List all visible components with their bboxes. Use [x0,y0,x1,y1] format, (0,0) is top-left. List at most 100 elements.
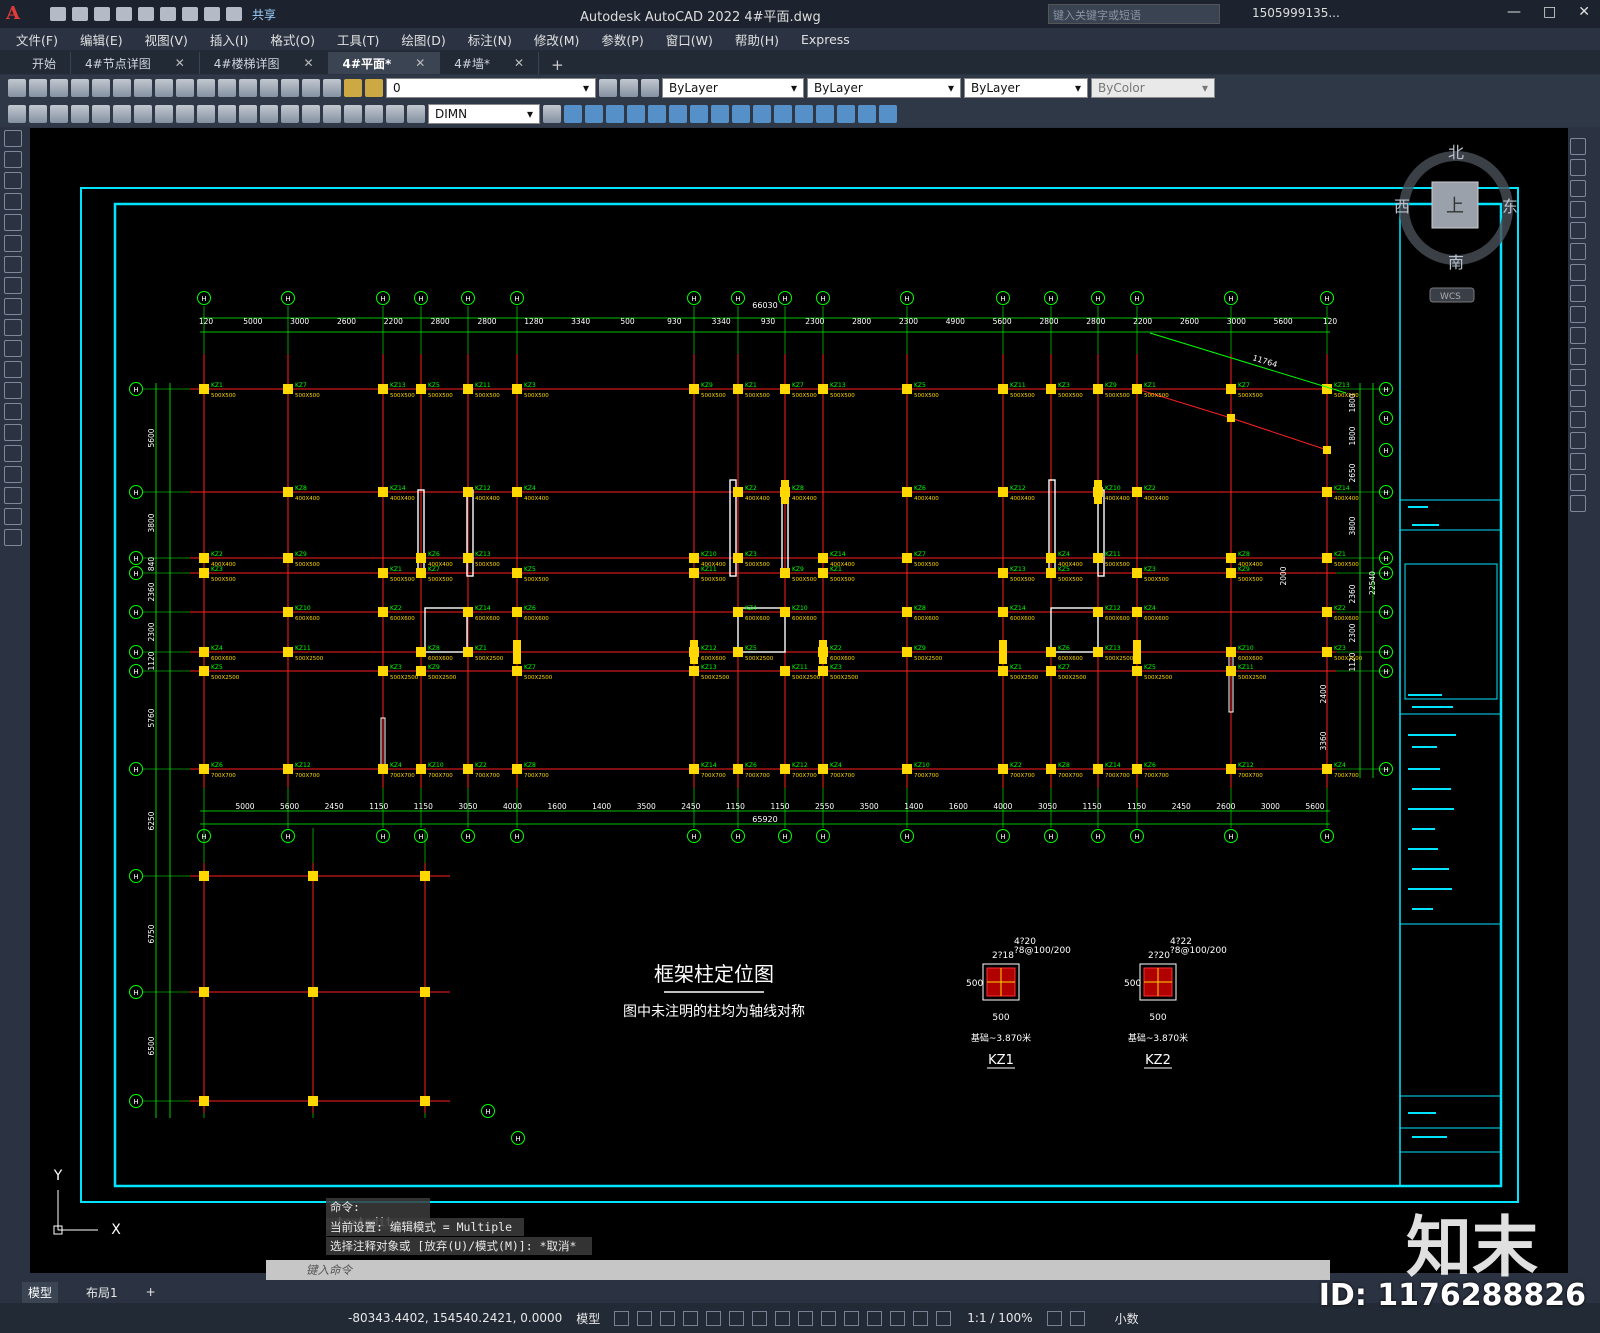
revcloud-icon[interactable] [4,277,22,294]
tab-wall[interactable]: 4#墙* ✕ [440,52,540,74]
spline-icon[interactable] [4,298,22,315]
layer-previous-icon[interactable] [620,79,638,97]
transparency-icon[interactable] [821,1310,837,1326]
close-icon[interactable]: ✕ [415,56,425,70]
close-button[interactable]: ✕ [1578,4,1590,20]
dim-break-icon[interactable] [260,105,278,123]
snap-icon[interactable] [637,1310,653,1326]
copy-icon[interactable] [134,79,152,97]
drawing-svg[interactable]: 120 5000 3000 2600 2200 2800 2800 1280 3340 500 93… [30,128,1568,1273]
extend-icon[interactable] [774,105,792,123]
layer-dropdown[interactable]: 0 ▾ [386,78,596,98]
aligned-dim-icon[interactable] [29,105,47,123]
array-icon[interactable] [1570,222,1586,239]
properties-icon[interactable] [260,79,278,97]
blend-icon[interactable] [1570,474,1586,491]
tab-plan[interactable]: 4#平面* ✕ [328,52,441,74]
command-input[interactable]: 键入命令 [266,1260,1330,1280]
otrack-icon[interactable] [752,1310,768,1326]
menu-edit[interactable]: 编辑(E) [80,30,123,49]
rotate-icon[interactable] [1570,264,1586,281]
viewcube-west[interactable]: 西 [1394,197,1410,216]
center-mark-icon[interactable] [302,105,320,123]
close-icon[interactable]: ✕ [175,56,185,70]
mirror-icon[interactable] [606,105,624,123]
gizmo-icon[interactable] [913,1310,929,1326]
chamfer-icon[interactable] [837,105,855,123]
autocad-logo-icon[interactable]: A [6,3,28,25]
mirror-icon[interactable] [1570,180,1586,197]
units-display[interactable]: 小数 [1115,1310,1139,1327]
open-file-icon[interactable] [72,7,88,21]
fillet-icon[interactable] [858,105,876,123]
zoom-icon[interactable] [239,79,257,97]
lineweight-dropdown[interactable]: ByLayer ▾ [964,78,1088,98]
wcs-label[interactable]: WCS [1440,292,1461,302]
chamfer-icon[interactable] [1570,432,1586,449]
search-input[interactable]: 键入关键字或短语 [1048,4,1220,24]
extend-icon[interactable] [1570,348,1586,365]
viewcube-east[interactable]: 东 [1502,197,1518,216]
explode-icon[interactable] [1570,495,1586,512]
copy-icon[interactable] [1570,159,1586,176]
menu-tools[interactable]: 工具(T) [337,30,379,49]
ellipse-arc-icon[interactable] [4,340,22,357]
print-icon[interactable] [71,79,89,97]
redo-icon[interactable] [197,79,215,97]
fillet-icon[interactable] [1570,453,1586,470]
jogged-linear-icon[interactable] [344,105,362,123]
arc-icon[interactable] [4,235,22,252]
diameter-dim-icon[interactable] [134,105,152,123]
dimstyle-dropdown[interactable]: DIMN ▾ [428,104,540,124]
layer-match-icon[interactable] [641,79,659,97]
pan-icon[interactable] [218,79,236,97]
close-icon[interactable]: ✕ [514,56,524,70]
construction-line-icon[interactable] [4,151,22,168]
menu-dimension[interactable]: 标注(N) [468,30,512,49]
cursor-coordinates[interactable]: -80343.4402, 154540.2421, 0.0000 [348,1311,562,1325]
tab-layout1[interactable]: 布局1 [86,1284,118,1301]
viewcube-face[interactable]: 上 [1446,196,1464,217]
help-icon[interactable] [323,79,341,97]
region-icon[interactable] [4,466,22,483]
preview-icon[interactable] [92,79,110,97]
dim-update-icon[interactable] [407,105,425,123]
grid-icon[interactable] [614,1310,630,1326]
circle-icon[interactable] [4,256,22,273]
print-icon[interactable] [182,7,198,21]
viewcube[interactable]: 上 北 南 东 西 WCS [1394,143,1518,303]
open-icon[interactable] [29,79,47,97]
continue-dim-icon[interactable] [218,105,236,123]
trim-icon[interactable] [753,105,771,123]
tab-node-detail[interactable]: 4#节点详图 ✕ [71,52,200,74]
undo-icon[interactable] [204,7,220,21]
angular-dim-icon[interactable] [155,105,173,123]
drawing-canvas[interactable]: 120 5000 3000 2600 2200 2800 2800 1280 3340 500 93… [30,128,1568,1273]
menu-file[interactable]: 文件(F) [16,30,58,49]
table-icon[interactable] [4,487,22,504]
layer-properties-icon[interactable] [599,79,617,97]
break-point-icon[interactable] [1570,369,1586,386]
ortho-icon[interactable] [683,1310,699,1326]
tab-model[interactable]: 模型 [22,1281,59,1303]
isodraft-icon[interactable] [729,1310,745,1326]
paste-icon[interactable] [155,79,173,97]
share-button[interactable]: 共享 [252,6,276,23]
save-icon[interactable] [50,79,68,97]
lineweight-icon[interactable] [798,1310,814,1326]
move-icon[interactable] [669,105,687,123]
dimstyle-icon[interactable] [543,105,561,123]
polyline-icon[interactable] [4,172,22,189]
plotstyle-dropdown[interactable]: ByColor ▾ [1091,78,1215,98]
workspace-icon[interactable] [1046,1310,1062,1326]
viewcube-north[interactable]: 北 [1448,143,1464,162]
minimize-button[interactable]: — [1507,4,1521,20]
polygon-icon[interactable] [4,193,22,210]
rotate-icon[interactable] [690,105,708,123]
menu-window[interactable]: 窗口(W) [666,30,713,49]
menu-format[interactable]: 格式(O) [270,30,315,49]
menu-draw[interactable]: 绘图(D) [401,30,445,49]
tolerance-icon[interactable] [281,105,299,123]
menu-insert[interactable]: 插入(I) [210,30,248,49]
gradient-icon[interactable] [4,445,22,462]
